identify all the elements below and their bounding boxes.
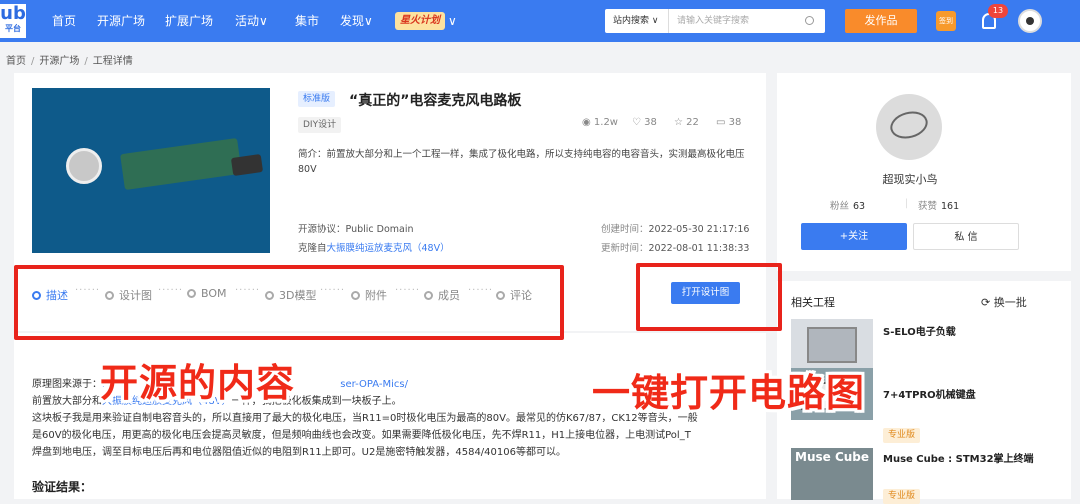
refresh-batch-button[interactable]: ⟳ 换一批 bbox=[981, 294, 1027, 310]
fire-plan-banner[interactable]: 星火计划 bbox=[395, 12, 445, 30]
likes-count: 38 bbox=[644, 117, 657, 128]
license-value: Public Domain bbox=[345, 224, 414, 235]
fans-label: 粉丝 bbox=[830, 201, 850, 212]
related-thumbnail[interactable]: Muse Cube bbox=[791, 448, 873, 500]
license-label: 开源协议： bbox=[298, 224, 346, 235]
category-tag[interactable]: DIY设计 bbox=[298, 117, 342, 133]
views-count: 1.2w bbox=[593, 117, 618, 128]
top-navigation-bar bbox=[0, 0, 1080, 42]
search-box[interactable]: 站内搜索 ∨ 请输入关键字搜索 bbox=[605, 9, 825, 33]
notification-badge: 13 bbox=[988, 4, 1008, 18]
search-icon[interactable] bbox=[805, 16, 814, 25]
user-avatar[interactable] bbox=[1018, 9, 1042, 33]
edition-badge: 标准版 bbox=[298, 91, 336, 107]
highlight-box-steps bbox=[14, 265, 564, 340]
eye-icon: ◉ bbox=[582, 117, 594, 128]
author-name[interactable]: 超现实小鸟 bbox=[860, 171, 960, 187]
stars-stat[interactable]: ☆ 22 bbox=[674, 117, 699, 128]
search-input[interactable]: 请输入关键字搜索 bbox=[677, 9, 749, 33]
comments-count: 38 bbox=[728, 117, 742, 128]
updated-label: 更新时间： bbox=[601, 243, 649, 254]
nav-open-source-plaza[interactable]: 开源广场 bbox=[97, 0, 145, 42]
star-icon: ☆ bbox=[674, 117, 687, 128]
created-time: 创建时间：2022-05-30 21:17:16 bbox=[601, 221, 749, 235]
clone-label: 克隆自 bbox=[298, 243, 327, 254]
license-info: 开源协议：Public Domain bbox=[298, 221, 414, 235]
clone-source-link[interactable]: 大振膜纯运放麦克风（48V） bbox=[327, 243, 450, 254]
nav-home[interactable]: 首页 bbox=[52, 0, 76, 42]
highlight-box-open-button bbox=[636, 263, 782, 331]
follow-button[interactable]: +关注 bbox=[801, 223, 907, 250]
breadcrumb-open-source[interactable]: 开源广场 bbox=[39, 56, 79, 67]
source-link-tail[interactable]: ser-OPA-Mics/ bbox=[340, 379, 408, 390]
clone-info: 克隆自大振膜纯运放麦克风（48V） bbox=[298, 240, 450, 254]
created-value: 2022-05-30 21:17:16 bbox=[648, 224, 750, 235]
search-scope-select[interactable]: 站内搜索 ∨ bbox=[605, 9, 669, 33]
updated-value: 2022-08-01 11:38:33 bbox=[648, 243, 750, 254]
comments-stat[interactable]: ▭ 38 bbox=[716, 117, 741, 128]
updated-time: 更新时间：2022-08-01 11:38:33 bbox=[601, 240, 749, 254]
pro-edition-tag: 专业版 bbox=[883, 428, 921, 443]
project-title: “真正的”电容麦克风电路板 bbox=[349, 93, 522, 109]
stars-count: 22 bbox=[686, 117, 699, 128]
thumb-up-icon: ♡ bbox=[632, 117, 645, 128]
author-avatar[interactable] bbox=[876, 94, 942, 160]
views-stat: ◉ 1.2w bbox=[582, 117, 618, 128]
site-logo[interactable]: ub 平台 bbox=[0, 4, 26, 38]
chevron-down-icon: ∨ bbox=[364, 14, 373, 28]
description-line: 焊盘到地电压，调至目标电压后再和电位器阻值近似的电阻到R11上即可。U2是施密特… bbox=[32, 447, 566, 458]
text-span: 前置放大部分和 bbox=[32, 396, 102, 407]
awards-count: 161 bbox=[941, 201, 960, 212]
private-message-button[interactable]: 私 信 bbox=[913, 223, 1019, 250]
nav-activities-label: 活动 bbox=[235, 14, 260, 28]
checkin-calendar-icon[interactable]: 签到 bbox=[936, 11, 956, 31]
awards-label: 获赞 bbox=[918, 201, 938, 212]
breadcrumb-current: 工程详情 bbox=[92, 56, 133, 67]
chevron-down-icon[interactable]: ∨ bbox=[448, 0, 457, 42]
xlr-jack-image bbox=[230, 154, 264, 176]
created-label: 创建时间： bbox=[601, 224, 649, 235]
overlay-caption-open-content: 开源的内容 bbox=[100, 361, 296, 405]
overlay-caption-open-circuit: 一键打开电路图 bbox=[592, 371, 866, 415]
stat-divider: | bbox=[905, 198, 909, 209]
nav-discover[interactable]: 发现∨ bbox=[340, 0, 373, 42]
verify-heading: 验证结果： bbox=[32, 480, 93, 494]
nav-extension-plaza[interactable]: 扩展广场 bbox=[165, 0, 213, 42]
logo-text: ub bbox=[0, 4, 26, 24]
nav-discover-label: 发现 bbox=[340, 14, 365, 28]
pro-edition-tag: 专业版 bbox=[883, 489, 921, 504]
related-heading: 相关工程 bbox=[791, 296, 835, 309]
project-intro: 简介：前置放大部分和上一个工程一样，集成了极化电路，所以支持纯电容的电容音头，实… bbox=[298, 149, 745, 175]
comment-icon: ▭ bbox=[716, 117, 729, 128]
awards-stat: 获赞 161 bbox=[918, 198, 959, 212]
muse-cube-logo-text: Muse Cube bbox=[795, 450, 870, 464]
publish-work-button[interactable]: 发作品 bbox=[845, 9, 917, 33]
nav-market[interactable]: 集市 bbox=[295, 0, 319, 42]
fans-stat: 粉丝 63 bbox=[830, 198, 865, 212]
description-line: 是60V的极化电压，用更高的极化电压会提高灵敏度，但是频响曲线也会改变。如果需要… bbox=[32, 430, 691, 441]
chevron-down-icon: ∨ bbox=[259, 14, 268, 28]
mic-capsule-image bbox=[66, 148, 102, 184]
related-item-name[interactable]: S-ELO电子负载 bbox=[883, 323, 956, 338]
nav-activities[interactable]: 活动∨ bbox=[235, 0, 268, 42]
text-span: 原理图来源于： bbox=[32, 379, 102, 390]
logo-subtext: 平台 bbox=[5, 24, 21, 33]
breadcrumb: 首页 / 开源广场 / 工程详情 bbox=[6, 56, 133, 67]
related-item-name[interactable]: 7+4TPRO机械键盘 bbox=[883, 386, 976, 401]
fans-count: 63 bbox=[853, 201, 866, 212]
likes-stat[interactable]: ♡ 38 bbox=[632, 117, 657, 128]
breadcrumb-home[interactable]: 首页 bbox=[6, 56, 26, 67]
pcb-board-image bbox=[120, 137, 242, 191]
related-item-name[interactable]: Muse Cube : STM32掌上终端 bbox=[883, 450, 1034, 465]
project-thumbnail bbox=[32, 88, 270, 253]
